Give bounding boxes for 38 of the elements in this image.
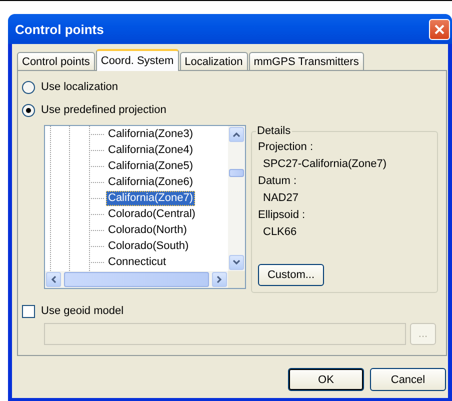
field-value: NAD27 bbox=[262, 191, 300, 205]
scrollbar-corner bbox=[228, 271, 245, 288]
radio-label: Use localization bbox=[41, 81, 118, 93]
tree-item[interactable]: Colorado(Central) bbox=[106, 206, 198, 222]
radio-button[interactable] bbox=[22, 80, 35, 94]
radio-button[interactable] bbox=[22, 104, 35, 116]
dialog-button[interactable]: Cancel bbox=[370, 368, 446, 391]
tree-item[interactable]: California(Zone3) bbox=[106, 126, 195, 142]
field-value: CLK66 bbox=[262, 225, 298, 239]
field-value: SPC27-California(Zone7) bbox=[262, 157, 388, 171]
group-title: Details bbox=[256, 125, 292, 137]
tab[interactable]: Localization bbox=[180, 52, 248, 70]
tab[interactable]: Control points bbox=[17, 52, 95, 70]
dialog-button[interactable]: OK bbox=[288, 368, 364, 391]
checkbox[interactable] bbox=[22, 304, 35, 318]
tree-item[interactable]: California(Zone6) bbox=[106, 174, 195, 190]
field-label: Datum : bbox=[258, 174, 298, 188]
tree-item[interactable]: California(Zone7) bbox=[106, 190, 195, 206]
close-icon bbox=[434, 24, 445, 34]
tab[interactable]: Coord. System bbox=[96, 49, 179, 71]
close-button[interactable] bbox=[429, 18, 450, 40]
tree-item[interactable]: California(Zone4) bbox=[106, 142, 195, 158]
custom-button[interactable]: Custom... bbox=[258, 264, 324, 286]
field-label: Ellipsoid : bbox=[258, 208, 306, 222]
scroll-thumb[interactable] bbox=[64, 272, 209, 287]
window-title: Control points bbox=[15, 22, 104, 36]
tree-item[interactable]: Colorado(South) bbox=[106, 238, 191, 254]
tree-item[interactable]: Colorado(North) bbox=[106, 222, 189, 238]
horizontal-scrollbar[interactable] bbox=[45, 271, 228, 288]
tree-item[interactable]: California(Zone5) bbox=[106, 158, 195, 174]
field-label: Projection : bbox=[258, 140, 314, 154]
vertical-scrollbar[interactable] bbox=[228, 126, 245, 271]
tab[interactable]: mmGPS Transmitters bbox=[248, 52, 364, 70]
radio-label: Use predefined projection bbox=[41, 104, 166, 116]
scroll-thumb[interactable] bbox=[229, 169, 244, 177]
checkbox-label: Use geoid model bbox=[41, 305, 124, 317]
tree-item[interactable]: Connecticut bbox=[106, 254, 168, 270]
projection-tree[interactable]: California(Zone3) California(Zone4) California(Zone5) California(Zone6) California(Zone7) Colorado(Central) Colorado(North) Colorado(South) Connecticut bbox=[44, 125, 246, 289]
